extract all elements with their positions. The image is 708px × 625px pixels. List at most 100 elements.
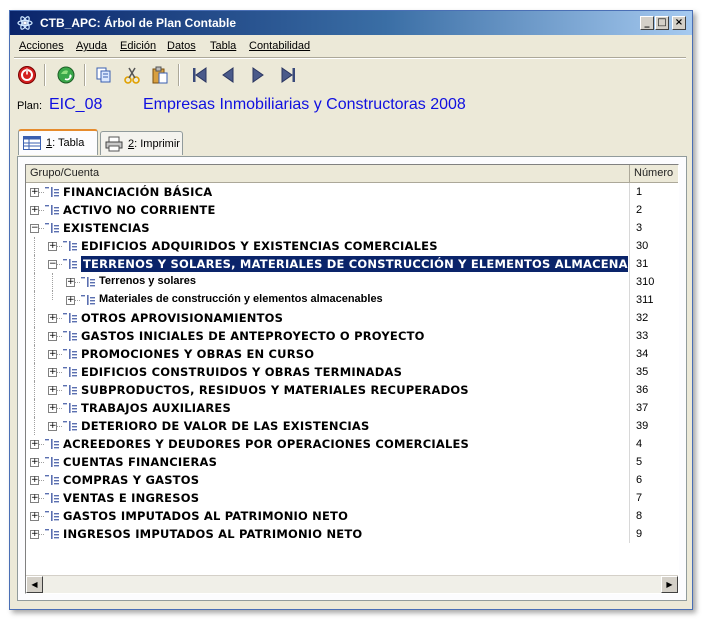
minimize-button[interactable]: _: [640, 16, 654, 30]
account-number: 36: [629, 381, 677, 399]
expand-node-icon[interactable]: +: [48, 422, 57, 431]
scroll-left-button[interactable]: ◀: [26, 576, 43, 593]
close-red-icon[interactable]: [15, 63, 39, 87]
tree-connector: [39, 498, 44, 499]
tree-row[interactable]: − TERRENOS Y SOLARES, MATERIALES DE CONST…: [26, 255, 678, 273]
next-record-icon[interactable]: [246, 63, 270, 87]
title-bar[interactable]: CTB_APC: Árbol de Plan Contable _ □ ×: [10, 11, 692, 35]
menu-acciones[interactable]: Acciones: [19, 40, 64, 52]
tree-row[interactable]: + DETERIORO DE VALOR DE LAS EXISTENCIAS 39: [26, 417, 678, 435]
account-node-icon: [63, 313, 77, 323]
expand-node-icon[interactable]: +: [30, 530, 39, 539]
expand-node-icon[interactable]: +: [66, 296, 75, 305]
menu-ayuda[interactable]: Ayuda: [76, 40, 107, 52]
menu-datos[interactable]: Datos: [167, 40, 196, 52]
tree-connector: [34, 309, 35, 327]
tree-row[interactable]: + TRABAJOS AUXILIARES 37: [26, 399, 678, 417]
tree-row[interactable]: + OTROS APROVISIONAMIENTOS 32: [26, 309, 678, 327]
expand-node-icon[interactable]: +: [66, 278, 75, 287]
column-header-group[interactable]: Grupo/Cuenta: [26, 165, 626, 182]
expand-node-icon[interactable]: +: [30, 188, 39, 197]
tree-connector: [34, 237, 35, 255]
account-number: 8: [629, 507, 677, 525]
expand-node-icon[interactable]: +: [48, 242, 57, 251]
account-node-icon: [63, 241, 77, 251]
tab-imprimir-label: : Imprimir: [134, 137, 180, 150]
expand-node-icon[interactable]: +: [48, 332, 57, 341]
expand-node-icon[interactable]: +: [30, 206, 39, 215]
tree-connector: [39, 534, 44, 535]
tree-row[interactable]: + GASTOS IMPUTADOS AL PATRIMONIO NETO 8: [26, 507, 678, 525]
tree-connector: [57, 264, 62, 265]
tab-imprimir[interactable]: 2: Imprimir: [100, 131, 183, 155]
account-node-icon: [63, 259, 77, 269]
tree-row[interactable]: + COMPRAS Y GASTOS 6: [26, 471, 678, 489]
collapse-node-icon[interactable]: −: [30, 224, 39, 233]
first-record-icon[interactable]: [188, 63, 212, 87]
tree-row[interactable]: + Terrenos y solares 310: [26, 273, 678, 291]
tree-row[interactable]: + ACREEDORES Y DEUDORES POR OPERACIONES C…: [26, 435, 678, 453]
tree-row[interactable]: + INGRESOS IMPUTADOS AL PATRIMONIO NETO 9: [26, 525, 678, 543]
tree-row[interactable]: + Materiales de construcción y elementos …: [26, 291, 678, 309]
tree-row[interactable]: + SUBPRODUCTOS, RESIDUOS Y MATERIALES REC…: [26, 381, 678, 399]
expand-node-icon[interactable]: +: [30, 476, 39, 485]
tree-connector: [52, 291, 53, 300]
tree-row[interactable]: + GASTOS INICIALES DE ANTEPROYECTO O PROY…: [26, 327, 678, 345]
tree-connector: [75, 300, 80, 301]
tree-row[interactable]: + EDIFICIOS ADQUIRIDOS Y EXISTENCIAS COME…: [26, 237, 678, 255]
tree-row[interactable]: + FINANCIACIÓN BÁSICA 1: [26, 183, 678, 201]
expand-node-icon[interactable]: +: [48, 350, 57, 359]
account-label: EDIFICIOS CONSTRUIDOS Y OBRAS TERMINADAS: [81, 365, 403, 379]
menu-contabilidad[interactable]: Contabilidad: [249, 40, 310, 52]
account-label: VENTAS E INGRESOS: [63, 491, 200, 505]
account-label: INGRESOS IMPUTADOS AL PATRIMONIO NETO: [63, 527, 363, 541]
account-label: COMPRAS Y GASTOS: [63, 473, 200, 487]
copy-icon[interactable]: [92, 63, 116, 87]
expand-node-icon[interactable]: +: [30, 440, 39, 449]
tree-row[interactable]: + ACTIVO NO CORRIENTE 2: [26, 201, 678, 219]
tree-row[interactable]: − EXISTENCIAS 3: [26, 219, 678, 237]
account-number: 31: [629, 255, 677, 273]
expand-node-icon[interactable]: +: [48, 314, 57, 323]
menu-tabla[interactable]: Tabla: [210, 40, 236, 52]
expand-node-icon[interactable]: +: [48, 386, 57, 395]
expand-node-icon[interactable]: +: [30, 458, 39, 467]
last-record-icon[interactable]: [276, 63, 300, 87]
tree-connector: [57, 246, 62, 247]
tab-panel: Grupo/Cuenta Número + FINANCIACIÓN BÁSICA…: [17, 156, 687, 601]
account-node-icon: [63, 349, 77, 359]
account-number: 2: [629, 201, 677, 219]
account-label: SUBPRODUCTOS, RESIDUOS Y MATERIALES RECU…: [81, 383, 469, 397]
toolbar: [10, 61, 692, 89]
account-node-icon: [45, 475, 59, 485]
tree-row[interactable]: + VENTAS E INGRESOS 7: [26, 489, 678, 507]
refresh-globe-icon[interactable]: [54, 63, 78, 87]
column-header-number[interactable]: Número: [629, 165, 678, 182]
account-label: GASTOS IMPUTADOS AL PATRIMONIO NETO: [63, 509, 349, 523]
tree-connector: [57, 372, 62, 373]
menu-edicion[interactable]: Edición: [120, 40, 156, 52]
expand-node-icon[interactable]: +: [30, 512, 39, 521]
scroll-right-button[interactable]: ▶: [661, 576, 678, 593]
tree-connector: [57, 408, 62, 409]
tree-connector: [34, 345, 35, 363]
tab-tabla[interactable]: 1: Tabla: [18, 129, 98, 155]
account-node-icon: [45, 457, 59, 467]
maximize-button[interactable]: □: [655, 16, 669, 30]
account-number: 9: [629, 525, 677, 543]
cut-icon[interactable]: [120, 63, 144, 87]
expand-node-icon[interactable]: +: [48, 368, 57, 377]
account-node-icon: [45, 439, 59, 449]
account-number: 32: [629, 309, 677, 327]
horizontal-scrollbar[interactable]: ◀ ▶: [26, 575, 678, 593]
collapse-node-icon[interactable]: −: [48, 260, 57, 269]
tree-row[interactable]: + CUENTAS FINANCIERAS 5: [26, 453, 678, 471]
expand-node-icon[interactable]: +: [48, 404, 57, 413]
paste-icon[interactable]: [148, 63, 172, 87]
tree-row[interactable]: + PROMOCIONES Y OBRAS EN CURSO 34: [26, 345, 678, 363]
tree-row[interactable]: + EDIFICIOS CONSTRUIDOS Y OBRAS TERMINADA…: [26, 363, 678, 381]
close-window-button[interactable]: ×: [672, 16, 686, 30]
expand-node-icon[interactable]: +: [30, 494, 39, 503]
account-number: 4: [629, 435, 677, 453]
previous-record-icon[interactable]: [216, 63, 240, 87]
